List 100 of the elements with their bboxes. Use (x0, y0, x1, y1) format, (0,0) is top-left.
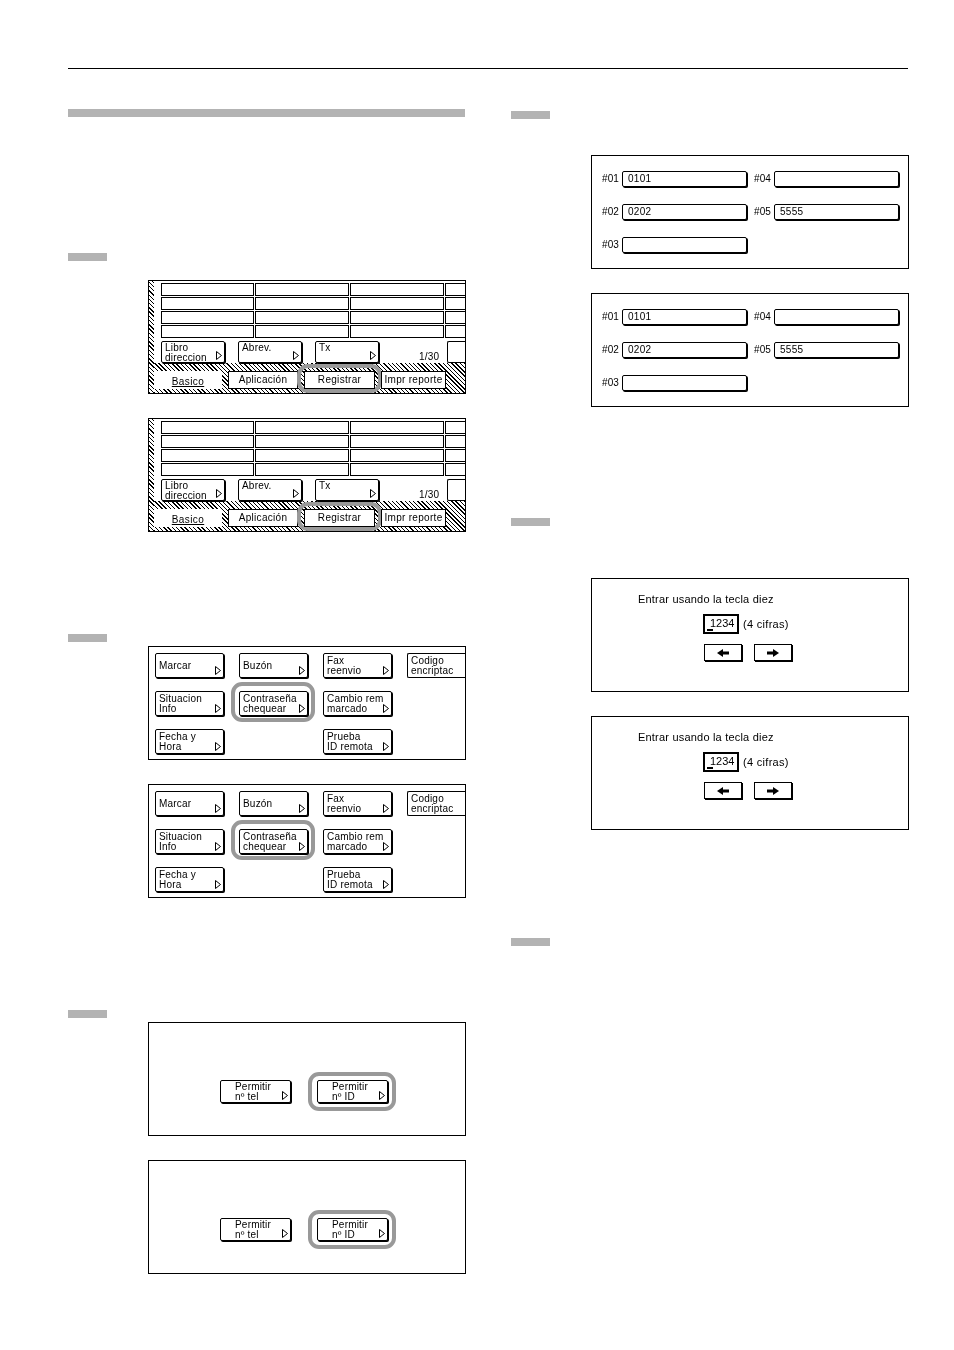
menu-button[interactable]: Situacion Info (155, 691, 224, 716)
list-entry-button[interactable] (161, 283, 254, 296)
menu-button[interactable]: Prueba ID remota (323, 729, 392, 754)
list-entry-button[interactable] (445, 311, 465, 324)
function-button[interactable]: Abrev. (238, 341, 302, 363)
menu-button[interactable]: Prueba ID remota (323, 867, 392, 892)
list-entry-button[interactable] (161, 311, 254, 324)
list-entry-button[interactable] (445, 449, 465, 462)
step-marker (68, 1010, 107, 1018)
field-label: #01 (602, 174, 620, 184)
tab[interactable]: Impr reporte (381, 509, 446, 527)
list-entry-button[interactable] (445, 421, 465, 434)
list-entry-button[interactable] (445, 297, 465, 310)
cut-off-button[interactable] (447, 479, 465, 501)
arrow-button[interactable] (704, 644, 742, 661)
menu-button[interactable]: Fecha y Hora (155, 729, 224, 754)
id-input-field[interactable] (774, 309, 899, 325)
tab[interactable]: Aplicación (228, 509, 298, 527)
menu-button[interactable]: Codigo encriptac (407, 653, 465, 678)
list-entry-button[interactable] (350, 435, 444, 448)
code-input-field[interactable]: 1234 (703, 752, 739, 772)
menu-button[interactable]: Fax reenvio (323, 791, 392, 816)
list-entry-button[interactable] (255, 435, 349, 448)
function-button[interactable]: Abrev. (238, 479, 302, 501)
function-button[interactable]: Libro direccion (161, 479, 225, 501)
id-input-field[interactable]: 0101 (622, 309, 747, 325)
menu-button[interactable]: Buzón (239, 653, 308, 678)
id-input-field[interactable]: 0101 (622, 171, 747, 187)
list-entry-button[interactable] (161, 435, 254, 448)
arrow-button[interactable] (754, 644, 792, 661)
menu-button[interactable]: Fecha y Hora (155, 867, 224, 892)
arrow-button[interactable] (754, 782, 792, 799)
permit-button[interactable]: Permitir nº tel (220, 1218, 291, 1241)
id-input-field[interactable] (622, 237, 747, 253)
function-button[interactable]: Libro direccion (161, 341, 225, 363)
caret-icon (299, 842, 305, 851)
menu-button[interactable]: Fax reenvio (323, 653, 392, 678)
tab[interactable]: Impr reporte (381, 371, 446, 389)
menu-button[interactable]: Marcar (155, 653, 224, 678)
permit-button[interactable]: Permitir nº tel (220, 1080, 291, 1103)
arrow-left-icon (717, 648, 729, 657)
cut-off-button[interactable] (447, 341, 465, 363)
list-entry-button[interactable] (350, 311, 444, 324)
caret-icon (216, 351, 222, 360)
list-entry-button[interactable] (350, 297, 444, 310)
tab[interactable]: Basico (154, 509, 222, 527)
id-input-field[interactable]: 5555 (774, 342, 899, 358)
menu-button[interactable]: Marcar (155, 791, 224, 816)
code-input-field[interactable]: 1234 (703, 614, 739, 634)
list-entry-button[interactable] (255, 283, 349, 296)
list-entry-button[interactable] (445, 435, 465, 448)
tab[interactable]: Basico (154, 371, 222, 389)
list-entry-button[interactable] (350, 421, 444, 434)
caret-icon (383, 666, 389, 675)
permit-button[interactable]: Permitir nº ID (317, 1218, 388, 1241)
id-input-field[interactable]: 0202 (622, 204, 747, 220)
list-entry-button[interactable] (161, 463, 254, 476)
arrow-right-icon (767, 786, 779, 795)
caret-icon (379, 1091, 385, 1100)
list-entry-button[interactable] (255, 325, 349, 338)
list-entry-button[interactable] (350, 449, 444, 462)
menu-button[interactable]: Cambio rem marcado (323, 829, 392, 854)
tab[interactable]: Registrar (304, 371, 375, 389)
field-label: #05 (754, 207, 772, 217)
function-button[interactable]: Tx (315, 341, 379, 363)
list-entry-button[interactable] (255, 421, 349, 434)
field-label: #02 (602, 345, 620, 355)
permit-button[interactable]: Permitir nº ID (317, 1080, 388, 1103)
caret-icon (215, 880, 221, 889)
menu-button[interactable]: Buzón (239, 791, 308, 816)
list-entry-button[interactable] (161, 421, 254, 434)
id-input-field[interactable] (774, 171, 899, 187)
id-input-field[interactable] (622, 375, 747, 391)
list-entry-button[interactable] (161, 297, 254, 310)
tab[interactable]: Aplicación (228, 371, 298, 389)
list-entry-button[interactable] (445, 463, 465, 476)
caret-icon (215, 666, 221, 675)
id-input-field[interactable]: 5555 (774, 204, 899, 220)
menu-button[interactable]: Contraseña chequear (239, 829, 308, 854)
list-entry-button[interactable] (445, 283, 465, 296)
menu-button[interactable]: Situacion Info (155, 829, 224, 854)
list-entry-button[interactable] (161, 325, 254, 338)
arrow-right-icon (767, 648, 779, 657)
menu-button[interactable]: Codigo encriptac (407, 791, 465, 816)
id-input-field[interactable]: 0202 (622, 342, 747, 358)
list-entry-button[interactable] (445, 325, 465, 338)
menu-button[interactable]: Cambio rem marcado (323, 691, 392, 716)
list-entry-button[interactable] (255, 311, 349, 324)
tab[interactable]: Registrar (304, 509, 375, 527)
list-entry-button[interactable] (350, 283, 444, 296)
list-entry-button[interactable] (161, 449, 254, 462)
list-entry-button[interactable] (350, 463, 444, 476)
step-marker (68, 634, 107, 642)
function-button[interactable]: Tx (315, 479, 379, 501)
list-entry-button[interactable] (255, 463, 349, 476)
list-entry-button[interactable] (255, 297, 349, 310)
list-entry-button[interactable] (255, 449, 349, 462)
arrow-button[interactable] (704, 782, 742, 799)
menu-button[interactable]: Contraseña chequear (239, 691, 308, 716)
list-entry-button[interactable] (350, 325, 444, 338)
